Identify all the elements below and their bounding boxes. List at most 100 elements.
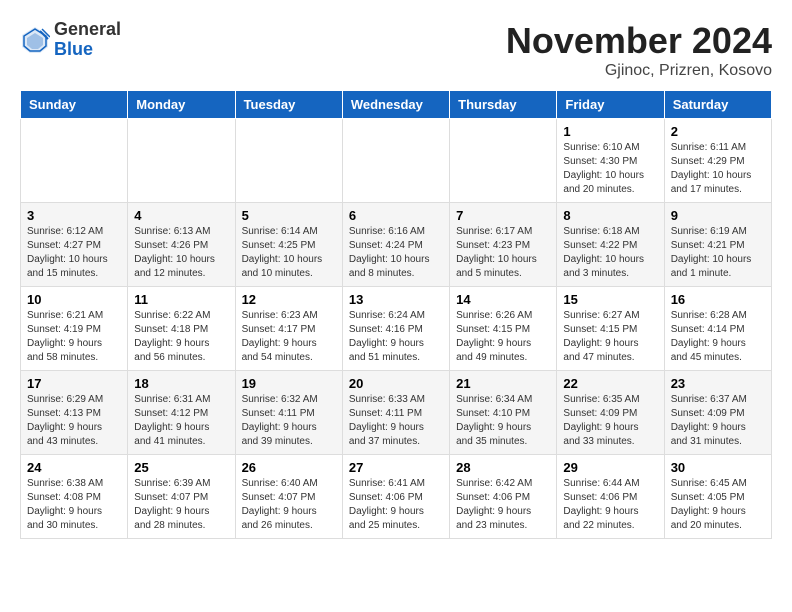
day-number: 14 [456, 292, 550, 307]
logo-general: General [54, 20, 121, 40]
location-subtitle: Gjinoc, Prizren, Kosovo [506, 62, 772, 80]
month-title: November 2024 [506, 20, 772, 62]
day-info: Sunrise: 6:17 AM Sunset: 4:23 PM Dayligh… [456, 225, 550, 281]
day-info: Sunrise: 6:41 AM Sunset: 4:06 PM Dayligh… [349, 477, 443, 533]
page-container: General Blue November 2024 Gjinoc, Prizr… [20, 20, 772, 539]
day-number: 1 [563, 124, 657, 139]
table-row: 22 Sunrise: 6:35 AM Sunset: 4:09 PM Dayli… [557, 371, 664, 455]
title-section: November 2024 Gjinoc, Prizren, Kosovo [506, 20, 772, 80]
header-thursday: Thursday [450, 91, 557, 119]
table-row: 18Sunrise: 6:31 AM Sunset: 4:12 PM Dayli… [128, 371, 235, 455]
day-number: 7 [456, 208, 550, 223]
day-number: 22 [563, 376, 657, 391]
day-info: Sunrise: 6:14 AM Sunset: 4:25 PM Dayligh… [242, 225, 336, 281]
day-number: 10 [27, 292, 121, 307]
table-row: 8 Sunrise: 6:18 AM Sunset: 4:22 PM Daylig… [557, 203, 664, 287]
header-monday: Monday [128, 91, 235, 119]
day-number: 2 [671, 124, 765, 139]
day-number: 24 [27, 460, 121, 475]
table-row: 7 Sunrise: 6:17 AM Sunset: 4:23 PM Daylig… [450, 203, 557, 287]
logo: General Blue [20, 20, 121, 60]
day-info: Sunrise: 6:24 AM Sunset: 4:16 PM Dayligh… [349, 309, 443, 365]
calendar-week-3: 10 Sunrise: 6:21 AM Sunset: 4:19 PM Dayli… [21, 287, 772, 371]
day-info: Sunrise: 6:23 AM Sunset: 4:17 PM Dayligh… [242, 309, 336, 365]
table-row: 14 Sunrise: 6:26 AM Sunset: 4:15 PM Dayli… [450, 287, 557, 371]
table-row: 9 Sunrise: 6:19 AM Sunset: 4:21 PM Daylig… [664, 203, 771, 287]
table-row: 11 Sunrise: 6:22 AM Sunset: 4:18 PM Dayli… [128, 287, 235, 371]
calendar-week-2: 3 Sunrise: 6:12 AM Sunset: 4:27 PM Daylig… [21, 203, 772, 287]
table-row: 10 Sunrise: 6:21 AM Sunset: 4:19 PM Dayli… [21, 287, 128, 371]
day-info: Sunrise: 6:27 AM Sunset: 4:15 PM Dayligh… [563, 309, 657, 365]
day-info: Sunrise: 6:13 AM Sunset: 4:26 PM Dayligh… [134, 225, 228, 281]
day-info: Sunrise: 6:34 AM Sunset: 4:10 PM Dayligh… [456, 393, 550, 449]
table-row [342, 119, 449, 203]
logo-icon [20, 25, 50, 55]
day-info: Sunrise: 6:42 AM Sunset: 4:06 PM Dayligh… [456, 477, 550, 533]
table-row: 2Sunrise: 6:11 AM Sunset: 4:29 PM Daylig… [664, 119, 771, 203]
table-row: 5Sunrise: 6:14 AM Sunset: 4:25 PM Daylig… [235, 203, 342, 287]
day-number: 15 [563, 292, 657, 307]
day-number: 12 [242, 292, 336, 307]
header-friday: Friday [557, 91, 664, 119]
table-row [450, 119, 557, 203]
table-row: 3 Sunrise: 6:12 AM Sunset: 4:27 PM Daylig… [21, 203, 128, 287]
table-row: 21 Sunrise: 6:34 AM Sunset: 4:10 PM Dayli… [450, 371, 557, 455]
day-info: Sunrise: 6:16 AM Sunset: 4:24 PM Dayligh… [349, 225, 443, 281]
day-info: Sunrise: 6:38 AM Sunset: 4:08 PM Dayligh… [27, 477, 121, 533]
table-row: 15 Sunrise: 6:27 AM Sunset: 4:15 PM Dayli… [557, 287, 664, 371]
day-number: 30 [671, 460, 765, 475]
table-row: 16Sunrise: 6:28 AM Sunset: 4:14 PM Dayli… [664, 287, 771, 371]
table-row: 27 Sunrise: 6:41 AM Sunset: 4:06 PM Dayli… [342, 455, 449, 539]
day-number: 19 [242, 376, 336, 391]
day-info: Sunrise: 6:39 AM Sunset: 4:07 PM Dayligh… [134, 477, 228, 533]
day-info: Sunrise: 6:18 AM Sunset: 4:22 PM Dayligh… [563, 225, 657, 281]
day-number: 3 [27, 208, 121, 223]
day-info: Sunrise: 6:19 AM Sunset: 4:21 PM Dayligh… [671, 225, 765, 281]
day-number: 28 [456, 460, 550, 475]
table-row: 23Sunrise: 6:37 AM Sunset: 4:09 PM Dayli… [664, 371, 771, 455]
header: General Blue November 2024 Gjinoc, Prizr… [20, 20, 772, 80]
table-row: 19 Sunrise: 6:32 AM Sunset: 4:11 PM Dayli… [235, 371, 342, 455]
header-saturday: Saturday [664, 91, 771, 119]
table-row: 29Sunrise: 6:44 AM Sunset: 4:06 PM Dayli… [557, 455, 664, 539]
header-tuesday: Tuesday [235, 91, 342, 119]
table-row: 4 Sunrise: 6:13 AM Sunset: 4:26 PM Daylig… [128, 203, 235, 287]
day-info: Sunrise: 6:33 AM Sunset: 4:11 PM Dayligh… [349, 393, 443, 449]
table-row [235, 119, 342, 203]
day-info: Sunrise: 6:21 AM Sunset: 4:19 PM Dayligh… [27, 309, 121, 365]
table-row: 17 Sunrise: 6:29 AM Sunset: 4:13 PM Dayli… [21, 371, 128, 455]
table-row: 28 Sunrise: 6:42 AM Sunset: 4:06 PM Dayli… [450, 455, 557, 539]
day-number: 21 [456, 376, 550, 391]
day-number: 11 [134, 292, 228, 307]
day-info: Sunrise: 6:31 AM Sunset: 4:12 PM Dayligh… [134, 393, 228, 449]
logo-text: General Blue [54, 20, 121, 60]
table-row: 26Sunrise: 6:40 AM Sunset: 4:07 PM Dayli… [235, 455, 342, 539]
day-number: 4 [134, 208, 228, 223]
day-number: 8 [563, 208, 657, 223]
day-number: 27 [349, 460, 443, 475]
table-row [21, 119, 128, 203]
day-info: Sunrise: 6:35 AM Sunset: 4:09 PM Dayligh… [563, 393, 657, 449]
calendar-week-4: 17 Sunrise: 6:29 AM Sunset: 4:13 PM Dayli… [21, 371, 772, 455]
day-number: 25 [134, 460, 228, 475]
day-number: 9 [671, 208, 765, 223]
logo-blue: Blue [54, 40, 121, 60]
day-number: 17 [27, 376, 121, 391]
table-row: 25 Sunrise: 6:39 AM Sunset: 4:07 PM Dayli… [128, 455, 235, 539]
day-info: Sunrise: 6:22 AM Sunset: 4:18 PM Dayligh… [134, 309, 228, 365]
header-sunday: Sunday [21, 91, 128, 119]
table-row: 6Sunrise: 6:16 AM Sunset: 4:24 PM Daylig… [342, 203, 449, 287]
day-info: Sunrise: 6:44 AM Sunset: 4:06 PM Dayligh… [563, 477, 657, 533]
day-info: Sunrise: 6:26 AM Sunset: 4:15 PM Dayligh… [456, 309, 550, 365]
table-row: 20Sunrise: 6:33 AM Sunset: 4:11 PM Dayli… [342, 371, 449, 455]
day-info: Sunrise: 6:28 AM Sunset: 4:14 PM Dayligh… [671, 309, 765, 365]
table-row: 30 Sunrise: 6:45 AM Sunset: 4:05 PM Dayli… [664, 455, 771, 539]
day-info: Sunrise: 6:12 AM Sunset: 4:27 PM Dayligh… [27, 225, 121, 281]
day-info: Sunrise: 6:45 AM Sunset: 4:05 PM Dayligh… [671, 477, 765, 533]
day-info: Sunrise: 6:40 AM Sunset: 4:07 PM Dayligh… [242, 477, 336, 533]
day-info: Sunrise: 6:29 AM Sunset: 4:13 PM Dayligh… [27, 393, 121, 449]
table-row: 13 Sunrise: 6:24 AM Sunset: 4:16 PM Dayli… [342, 287, 449, 371]
header-wednesday: Wednesday [342, 91, 449, 119]
day-info: Sunrise: 6:32 AM Sunset: 4:11 PM Dayligh… [242, 393, 336, 449]
day-number: 13 [349, 292, 443, 307]
